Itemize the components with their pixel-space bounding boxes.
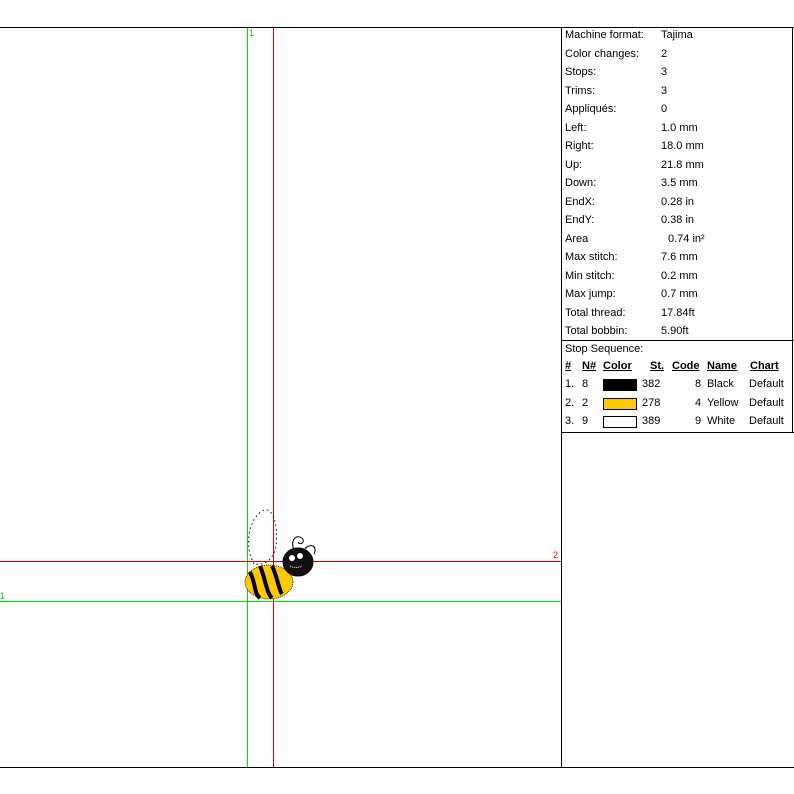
green-vertical-guide	[247, 28, 248, 767]
separator	[562, 432, 794, 433]
header-st: St.	[650, 360, 665, 372]
header-num: #	[565, 360, 572, 372]
row-code: 8	[695, 378, 702, 390]
row-n-num: 8	[582, 378, 589, 390]
row-st: 389	[642, 415, 661, 427]
header-color: Color	[603, 360, 632, 372]
row-st: 382	[642, 378, 661, 390]
row-chart: Default	[749, 397, 784, 409]
red-vertical-guide	[273, 28, 274, 767]
row-chart: Default	[749, 378, 784, 390]
row-num: 3.	[565, 415, 575, 427]
row-n-num: 2	[582, 397, 589, 409]
bee-embroidery-design[interactable]	[236, 506, 326, 601]
color-swatch	[603, 416, 637, 428]
row-code: 4	[695, 397, 702, 409]
header-code: Code	[672, 360, 700, 372]
design-info-panel: Machine format: Tajima Color changes: 2 St…	[561, 28, 794, 767]
row-name: White	[707, 415, 736, 427]
separator	[562, 340, 794, 341]
panel-right-border	[792, 28, 793, 432]
row-chart: Default	[749, 415, 784, 427]
header-n-num: N#	[582, 360, 597, 372]
table-header-row: # N# Color St. Code Name Chart	[562, 360, 794, 378]
table-row[interactable]: 2. 2 278 4 Yellow Default	[562, 397, 794, 415]
row-name: Yellow	[707, 397, 739, 409]
row-code: 9	[695, 415, 702, 427]
row-st: 278	[642, 397, 661, 409]
table-row[interactable]: 3. 9 389 9 White Default	[562, 415, 794, 433]
row-num: 2.	[565, 397, 575, 409]
row-name: Black	[707, 378, 734, 390]
bottom-border	[0, 767, 794, 768]
design-canvas[interactable]: 1 1 2	[0, 28, 561, 767]
row-n-num: 9	[582, 415, 589, 427]
color-swatch	[603, 398, 637, 410]
red-horizontal-label: 2	[553, 550, 559, 560]
color-swatch	[603, 379, 637, 391]
green-horizontal-guide	[0, 601, 561, 602]
table-row[interactable]: 1. 8 382 8 Black Default	[562, 378, 794, 396]
row-num: 1.	[565, 378, 575, 390]
green-horizontal-label: 1	[0, 591, 6, 601]
stop-sequence-title: Stop Sequence:	[565, 343, 644, 355]
header-chart: Chart	[750, 360, 779, 372]
green-vertical-label: 1	[249, 28, 255, 38]
header-name: Name	[707, 360, 737, 372]
